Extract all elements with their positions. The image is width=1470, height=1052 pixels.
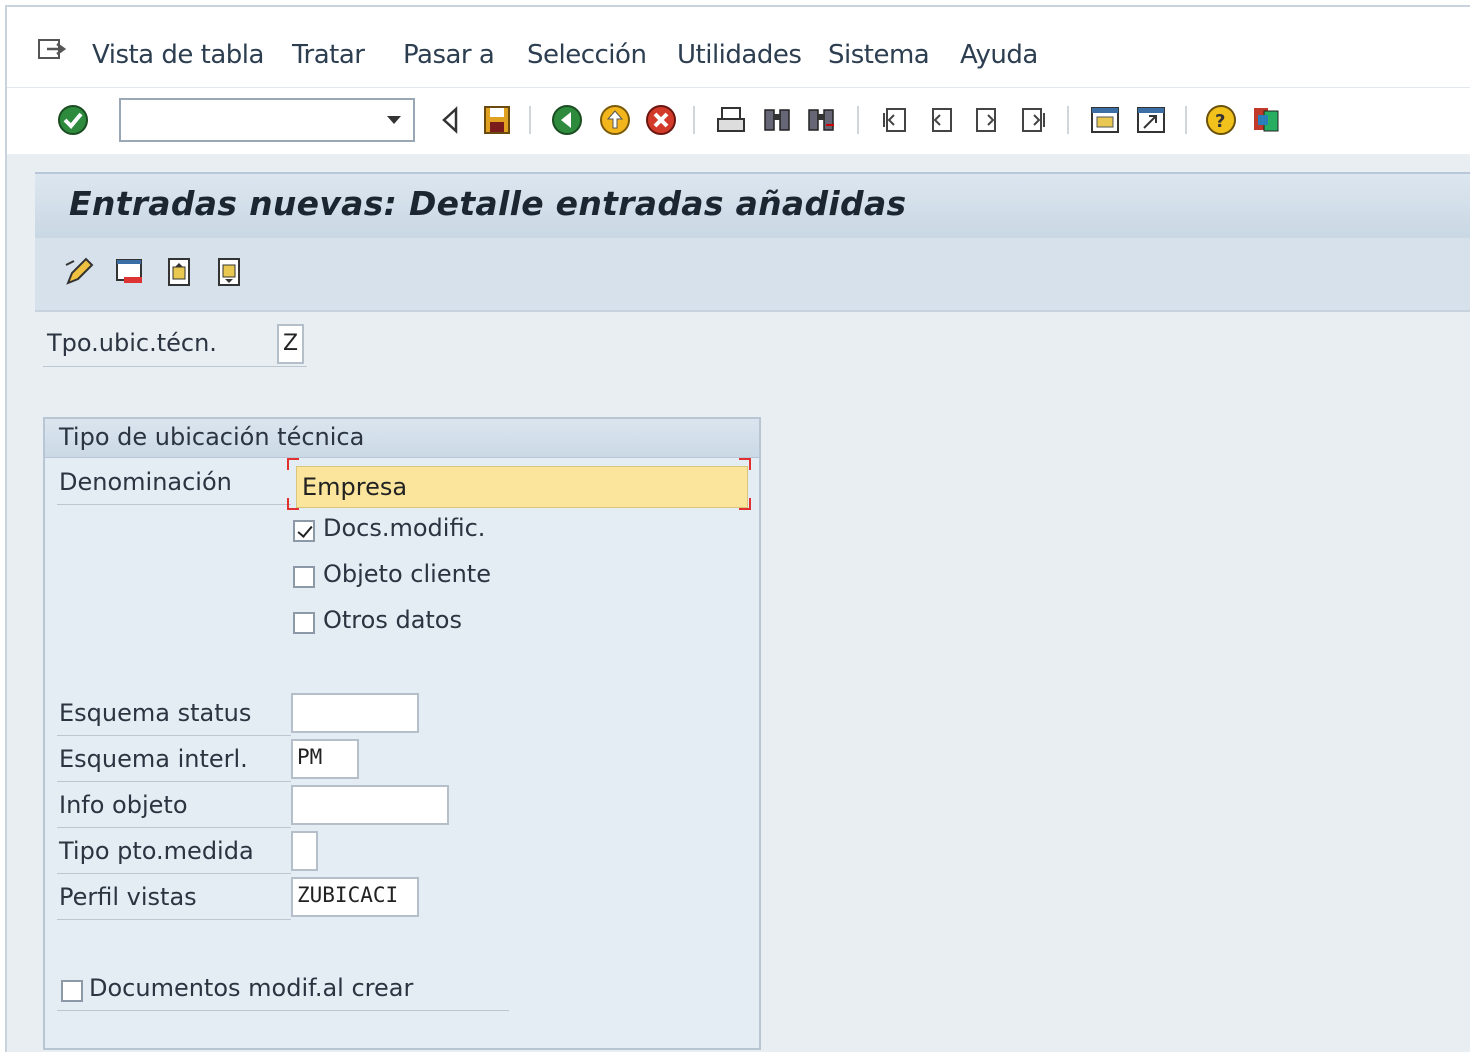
chevron-down-icon[interactable] xyxy=(387,116,401,124)
menu-ayuda[interactable]: Ayuda xyxy=(960,40,1038,70)
create-session-icon[interactable] xyxy=(1087,102,1123,138)
perfil-vistas-label: Perfil vistas xyxy=(59,883,197,911)
menu-bar: Vista de tabla Tratar Pasar a Selección … xyxy=(7,7,1470,87)
menu-tratar[interactable]: Tratar xyxy=(292,40,365,70)
layout-icon[interactable] xyxy=(1249,102,1285,138)
print-icon[interactable] xyxy=(713,102,749,138)
find-icon[interactable] xyxy=(759,102,795,138)
group-header: Tipo de ubicación técnica xyxy=(45,419,759,458)
toolbar-separator xyxy=(529,106,531,134)
help-icon[interactable]: ? xyxy=(1203,102,1239,138)
perfil-vistas-field[interactable]: ZUBICACI xyxy=(291,877,419,917)
next-entry-icon[interactable] xyxy=(211,254,247,290)
label-underline xyxy=(57,1010,509,1011)
label-underline xyxy=(43,366,307,367)
back-icon[interactable] xyxy=(433,102,469,138)
command-input[interactable] xyxy=(127,100,381,140)
page-title: Entradas nuevas: Detalle entradas añadid… xyxy=(69,184,907,223)
previous-page-icon[interactable] xyxy=(923,102,959,138)
required-marker xyxy=(739,458,751,470)
enter-icon[interactable] xyxy=(55,102,91,138)
otros-datos-label: Otros datos xyxy=(323,606,462,634)
esquema-interl-label: Esquema interl. xyxy=(59,745,248,773)
next-page-icon[interactable] xyxy=(969,102,1005,138)
group-title: Tipo de ubicación técnica xyxy=(59,423,365,451)
menu-vista-de-tabla[interactable]: Vista de tabla xyxy=(92,40,264,70)
cancel-icon[interactable] xyxy=(643,102,679,138)
previous-entry-icon[interactable] xyxy=(161,254,197,290)
docs-modific-label: Docs.modific. xyxy=(323,514,486,542)
menu-utilidades[interactable]: Utilidades xyxy=(677,40,802,70)
label-underline xyxy=(57,735,291,736)
label-underline xyxy=(57,827,291,828)
info-objeto-label: Info objeto xyxy=(59,791,188,819)
application-toolbar xyxy=(35,238,1470,312)
tipo-pto-medida-label: Tipo pto.medida xyxy=(59,837,254,865)
find-next-icon[interactable] xyxy=(803,102,839,138)
denominacion-label: Denominación xyxy=(59,468,232,496)
save-icon[interactable] xyxy=(479,102,515,138)
menu-pasar-a[interactable]: Pasar a xyxy=(403,40,495,70)
tipo-pto-medida-field[interactable] xyxy=(291,831,318,871)
exit-icon[interactable] xyxy=(597,102,633,138)
required-marker xyxy=(287,458,299,470)
display-change-icon[interactable] xyxy=(61,254,97,290)
label-underline xyxy=(57,919,291,920)
back-green-icon[interactable] xyxy=(549,102,585,138)
shortcut-icon[interactable] xyxy=(1133,102,1169,138)
toolbar-separator xyxy=(1067,106,1069,134)
esquema-interl-field[interactable]: PM xyxy=(291,739,359,779)
objeto-cliente-checkbox[interactable] xyxy=(293,566,315,588)
docs-modific-checkbox[interactable] xyxy=(293,520,315,542)
documentos-modif-al-crear-checkbox[interactable] xyxy=(61,980,83,1002)
objeto-cliente-label: Objeto cliente xyxy=(323,560,491,588)
sap-window: Vista de tabla Tratar Pasar a Selección … xyxy=(5,5,1470,1052)
title-bar: Entradas nuevas: Detalle entradas añadid… xyxy=(35,172,1470,240)
label-underline xyxy=(57,873,291,874)
tpo-ubic-tecn-field[interactable]: Z xyxy=(277,324,304,364)
denominacion-field[interactable]: Empresa xyxy=(296,466,748,508)
info-objeto-field[interactable] xyxy=(291,785,449,825)
delete-icon[interactable] xyxy=(111,254,147,290)
svg-text:?: ? xyxy=(1215,111,1225,132)
otros-datos-checkbox[interactable] xyxy=(293,612,315,634)
label-underline xyxy=(57,504,291,505)
menu-sistema[interactable]: Sistema xyxy=(828,40,930,70)
esquema-status-field[interactable] xyxy=(291,693,419,733)
toolbar-separator xyxy=(1185,106,1187,134)
toolbar-separator xyxy=(693,106,695,134)
documentos-modif-al-crear-label: Documentos modif.al crear xyxy=(89,974,414,1002)
command-field[interactable] xyxy=(119,98,415,142)
menu-seleccion[interactable]: Selección xyxy=(527,40,647,70)
first-page-icon[interactable] xyxy=(877,102,913,138)
last-page-icon[interactable] xyxy=(1015,102,1051,138)
standard-toolbar: ? xyxy=(7,88,1470,154)
required-marker xyxy=(739,498,751,510)
tpo-ubic-tecn-label: Tpo.ubic.técn. xyxy=(47,329,217,357)
label-underline xyxy=(57,781,291,782)
toolbar-separator xyxy=(857,106,859,134)
group-tipo-ubicacion-tecnica: Tipo de ubicación técnica xyxy=(43,417,761,1050)
esquema-status-label: Esquema status xyxy=(59,699,252,727)
system-menu-icon[interactable] xyxy=(37,37,67,63)
required-marker xyxy=(287,498,299,510)
